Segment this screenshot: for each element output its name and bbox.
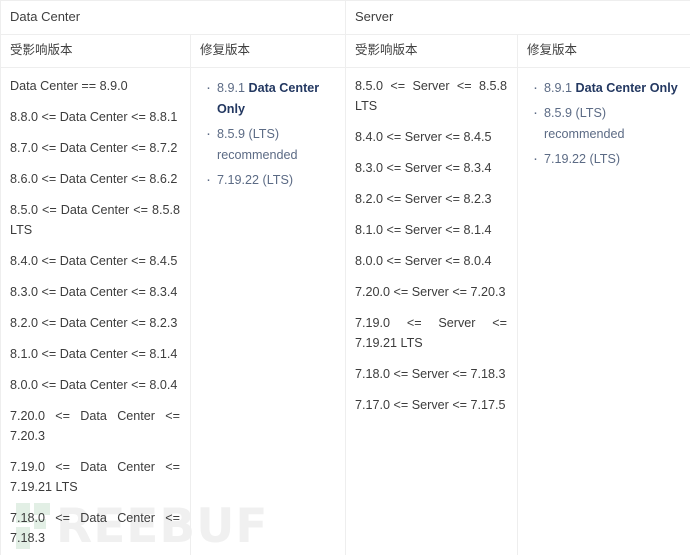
affected-version-entry: 7.17.0 <= Server <= 7.17.5	[355, 398, 506, 412]
affected-version-entry: 8.4.0 <= Data Center <= 8.4.5	[10, 254, 178, 268]
affected-version-entry: 8.2.0 <= Server <= 8.2.3	[355, 192, 492, 206]
affected-version-entry: 7.18.0 <= Data Center <= 7.18.3	[10, 511, 180, 545]
fixed-version-note: (LTS)	[262, 173, 294, 187]
header-fixed-data-center: 修复版本	[190, 35, 345, 67]
affected-version-entry: 8.2.0 <= Data Center <= 8.2.3	[10, 316, 178, 330]
affected-list-server: 8.5.0 <= Server <= 8.5.8 LTS 8.4.0 <= Ser…	[346, 68, 517, 415]
product-title-row: Data Center Server	[0, 0, 690, 35]
affected-version-entry: 8.5.0 <= Server <= 8.5.8 LTS	[355, 79, 507, 113]
cell-affected-data-center: Data Center == 8.9.0 8.8.0 <= Data Center…	[0, 68, 190, 555]
affected-version-entry: 8.3.0 <= Server <= 8.3.4	[355, 161, 492, 175]
affected-version-entry: 7.19.0 <= Server <= 7.19.21 LTS	[355, 316, 507, 350]
affected-version-entry: 8.5.0 <= Data Center <= 8.5.8 LTS	[10, 203, 180, 237]
cell-fixed-data-center: 8.9.1 Data Center Only8.5.9 (LTS) recomm…	[190, 68, 345, 555]
fixed-version-note: (LTS)	[589, 152, 621, 166]
header-affected-data-center: 受影响版本	[0, 35, 190, 67]
fixed-version-entry[interactable]: 8.5.9 (LTS) recommended	[533, 102, 682, 145]
affected-version-entry: 8.6.0 <= Data Center <= 8.6.2	[10, 172, 178, 186]
cell-fixed-server: 8.9.1 Data Center Only 8.5.9 (LTS) recomm…	[517, 68, 690, 555]
affected-list-data-center: Data Center == 8.9.0 8.8.0 <= Data Center…	[1, 68, 190, 555]
fixed-version-number: 8.9.1	[217, 81, 246, 95]
table-grid: Data Center Server 受影响版本 修复版本 受影响版本 修复版本…	[0, 0, 690, 556]
affected-version-entry: 8.1.0 <= Data Center <= 8.1.4	[10, 347, 178, 361]
fixed-version-entry[interactable]: 8.9.1 Data Center Only	[533, 77, 682, 99]
affected-version-entry: 8.4.0 <= Server <= 8.4.5	[355, 130, 492, 144]
affected-version-entry: Data Center == 8.9.0	[10, 79, 128, 93]
fixed-version-entry[interactable]: 7.19.22 (LTS)	[533, 148, 682, 170]
fixed-version-number: 8.9.1	[544, 81, 573, 95]
affected-version-entry: 8.1.0 <= Server <= 8.1.4	[355, 223, 492, 237]
product-title-server: Server	[345, 1, 690, 34]
table-body-row: Data Center == 8.9.0 8.8.0 <= Data Center…	[0, 68, 690, 555]
fixed-version-number: 8.5.9	[544, 106, 573, 120]
fixed-version-entry[interactable]: 7.19.22 (LTS)	[206, 169, 337, 191]
affected-version-entry: 8.7.0 <= Data Center <= 8.7.2	[10, 141, 178, 155]
header-affected-server: 受影响版本	[345, 35, 517, 67]
affected-version-entry: 8.3.0 <= Data Center <= 8.3.4	[10, 285, 178, 299]
header-fixed-server: 修复版本	[517, 35, 690, 67]
column-header-row: 受影响版本 修复版本 受影响版本 修复版本	[0, 35, 690, 68]
affected-version-entry: 7.19.0 <= Data Center <= 7.19.21 LTS	[10, 460, 180, 494]
fixed-version-number: 7.19.22	[217, 173, 260, 187]
fixed-version-entry[interactable]: 8.9.1 Data Center Only	[206, 77, 337, 120]
fixed-version-entry[interactable]: 8.5.9 (LTS) recommended	[206, 123, 337, 166]
affected-version-entry: 8.0.0 <= Data Center <= 8.0.4	[10, 378, 178, 392]
cell-affected-server: 8.5.0 <= Server <= 8.5.8 LTS 8.4.0 <= Ser…	[345, 68, 517, 555]
affected-version-entry: 7.20.0 <= Data Center <= 7.20.3	[10, 409, 180, 443]
fixed-version-number: 7.19.22	[544, 152, 587, 166]
affected-version-entry: 8.0.0 <= Server <= 8.0.4	[355, 254, 492, 268]
affected-version-entry: 7.20.0 <= Server <= 7.20.3	[355, 285, 506, 299]
affected-version-entry: 7.18.0 <= Server <= 7.18.3	[355, 367, 506, 381]
fixed-list-data-center: 8.9.1 Data Center Only8.5.9 (LTS) recomm…	[191, 68, 345, 191]
fixed-version-number: 8.5.9	[217, 127, 246, 141]
affected-version-entry: 8.8.0 <= Data Center <= 8.8.1	[10, 110, 178, 124]
vulnerability-version-table: REEBUF Data Center Server 受影响版本 修复版本 受影响…	[0, 0, 690, 556]
fixed-list-server: 8.9.1 Data Center Only 8.5.9 (LTS) recomm…	[518, 68, 690, 170]
fixed-version-tag: Data Center Only	[575, 81, 678, 95]
product-title-data-center: Data Center	[0, 1, 345, 34]
